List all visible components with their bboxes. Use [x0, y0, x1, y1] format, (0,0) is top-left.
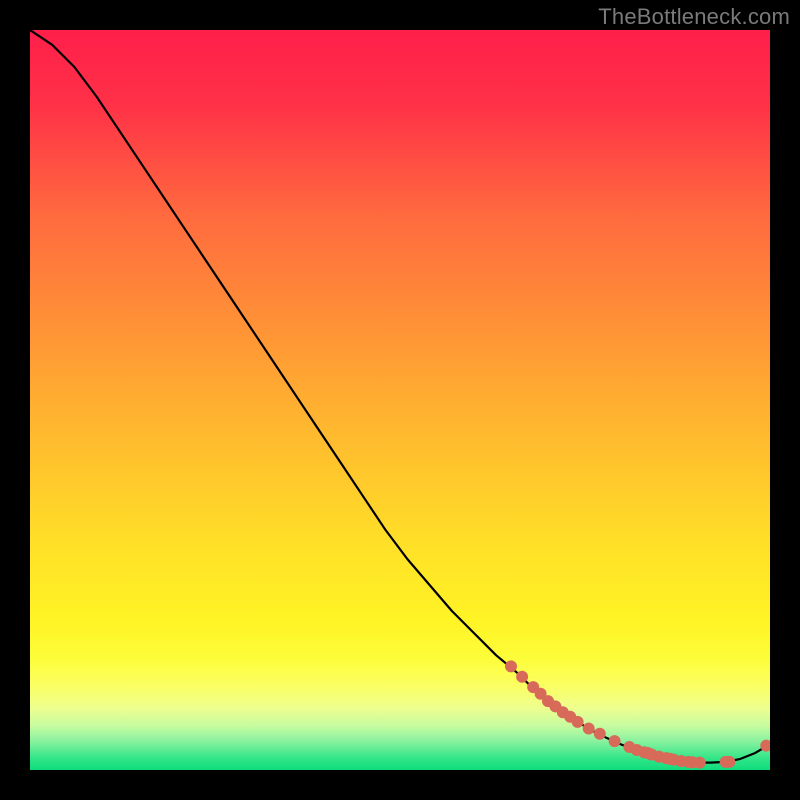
data-point [694, 757, 706, 769]
data-point [723, 756, 735, 768]
data-point [609, 735, 621, 747]
watermark-text: TheBottleneck.com [598, 4, 790, 30]
data-point [516, 671, 528, 683]
data-point [572, 716, 584, 728]
data-point [594, 728, 606, 740]
data-point [583, 723, 595, 735]
chart-container: { "watermark": "TheBottleneck.com", "col… [0, 0, 800, 800]
gradient-background [30, 30, 770, 770]
data-point [505, 660, 517, 672]
plot-svg [30, 30, 770, 770]
